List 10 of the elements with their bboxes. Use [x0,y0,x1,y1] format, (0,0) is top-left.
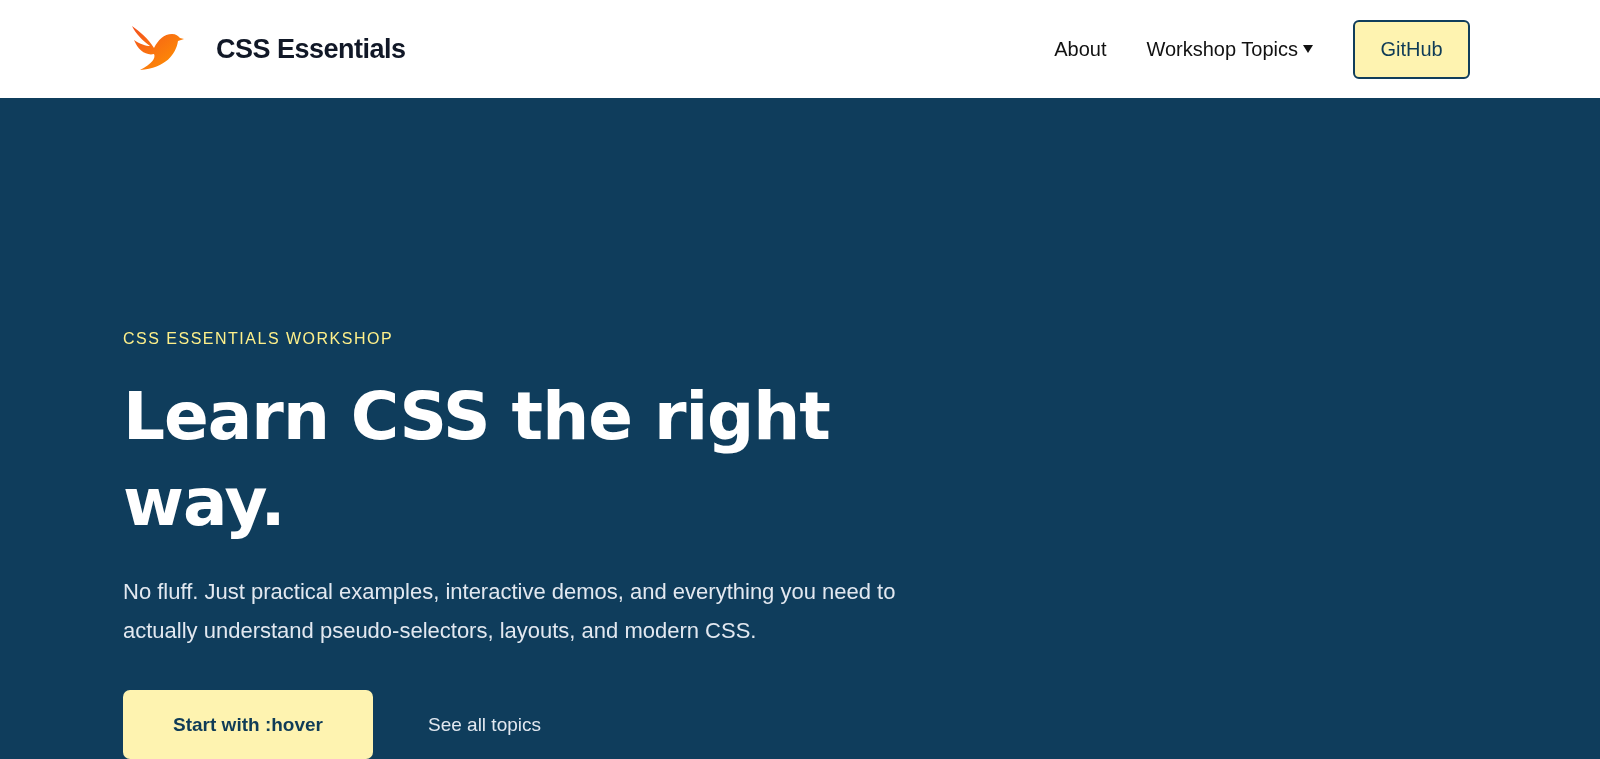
caret-icon [1303,45,1313,53]
nav-dropdown[interactable]: Workshop Topics [1146,37,1313,61]
start-button[interactable]: Start with :hover [123,690,373,759]
topics-link[interactable]: See all topics [428,713,541,736]
hero-description: No fluff. Just practical examples, interactive demos, and everything you need to actually understand pseudo-selectors, layouts, and modern CSS. [123,578,897,645]
github-button[interactable]: GitHub [1353,19,1470,79]
eyebrow-text: CSS ESSENTIALS WORKSHOP [123,330,395,348]
hero-heading: Learn CSS the right way. [123,377,831,543]
site-title[interactable]: CSS Essentials [216,33,406,65]
nav-link[interactable]: About [1054,37,1107,61]
